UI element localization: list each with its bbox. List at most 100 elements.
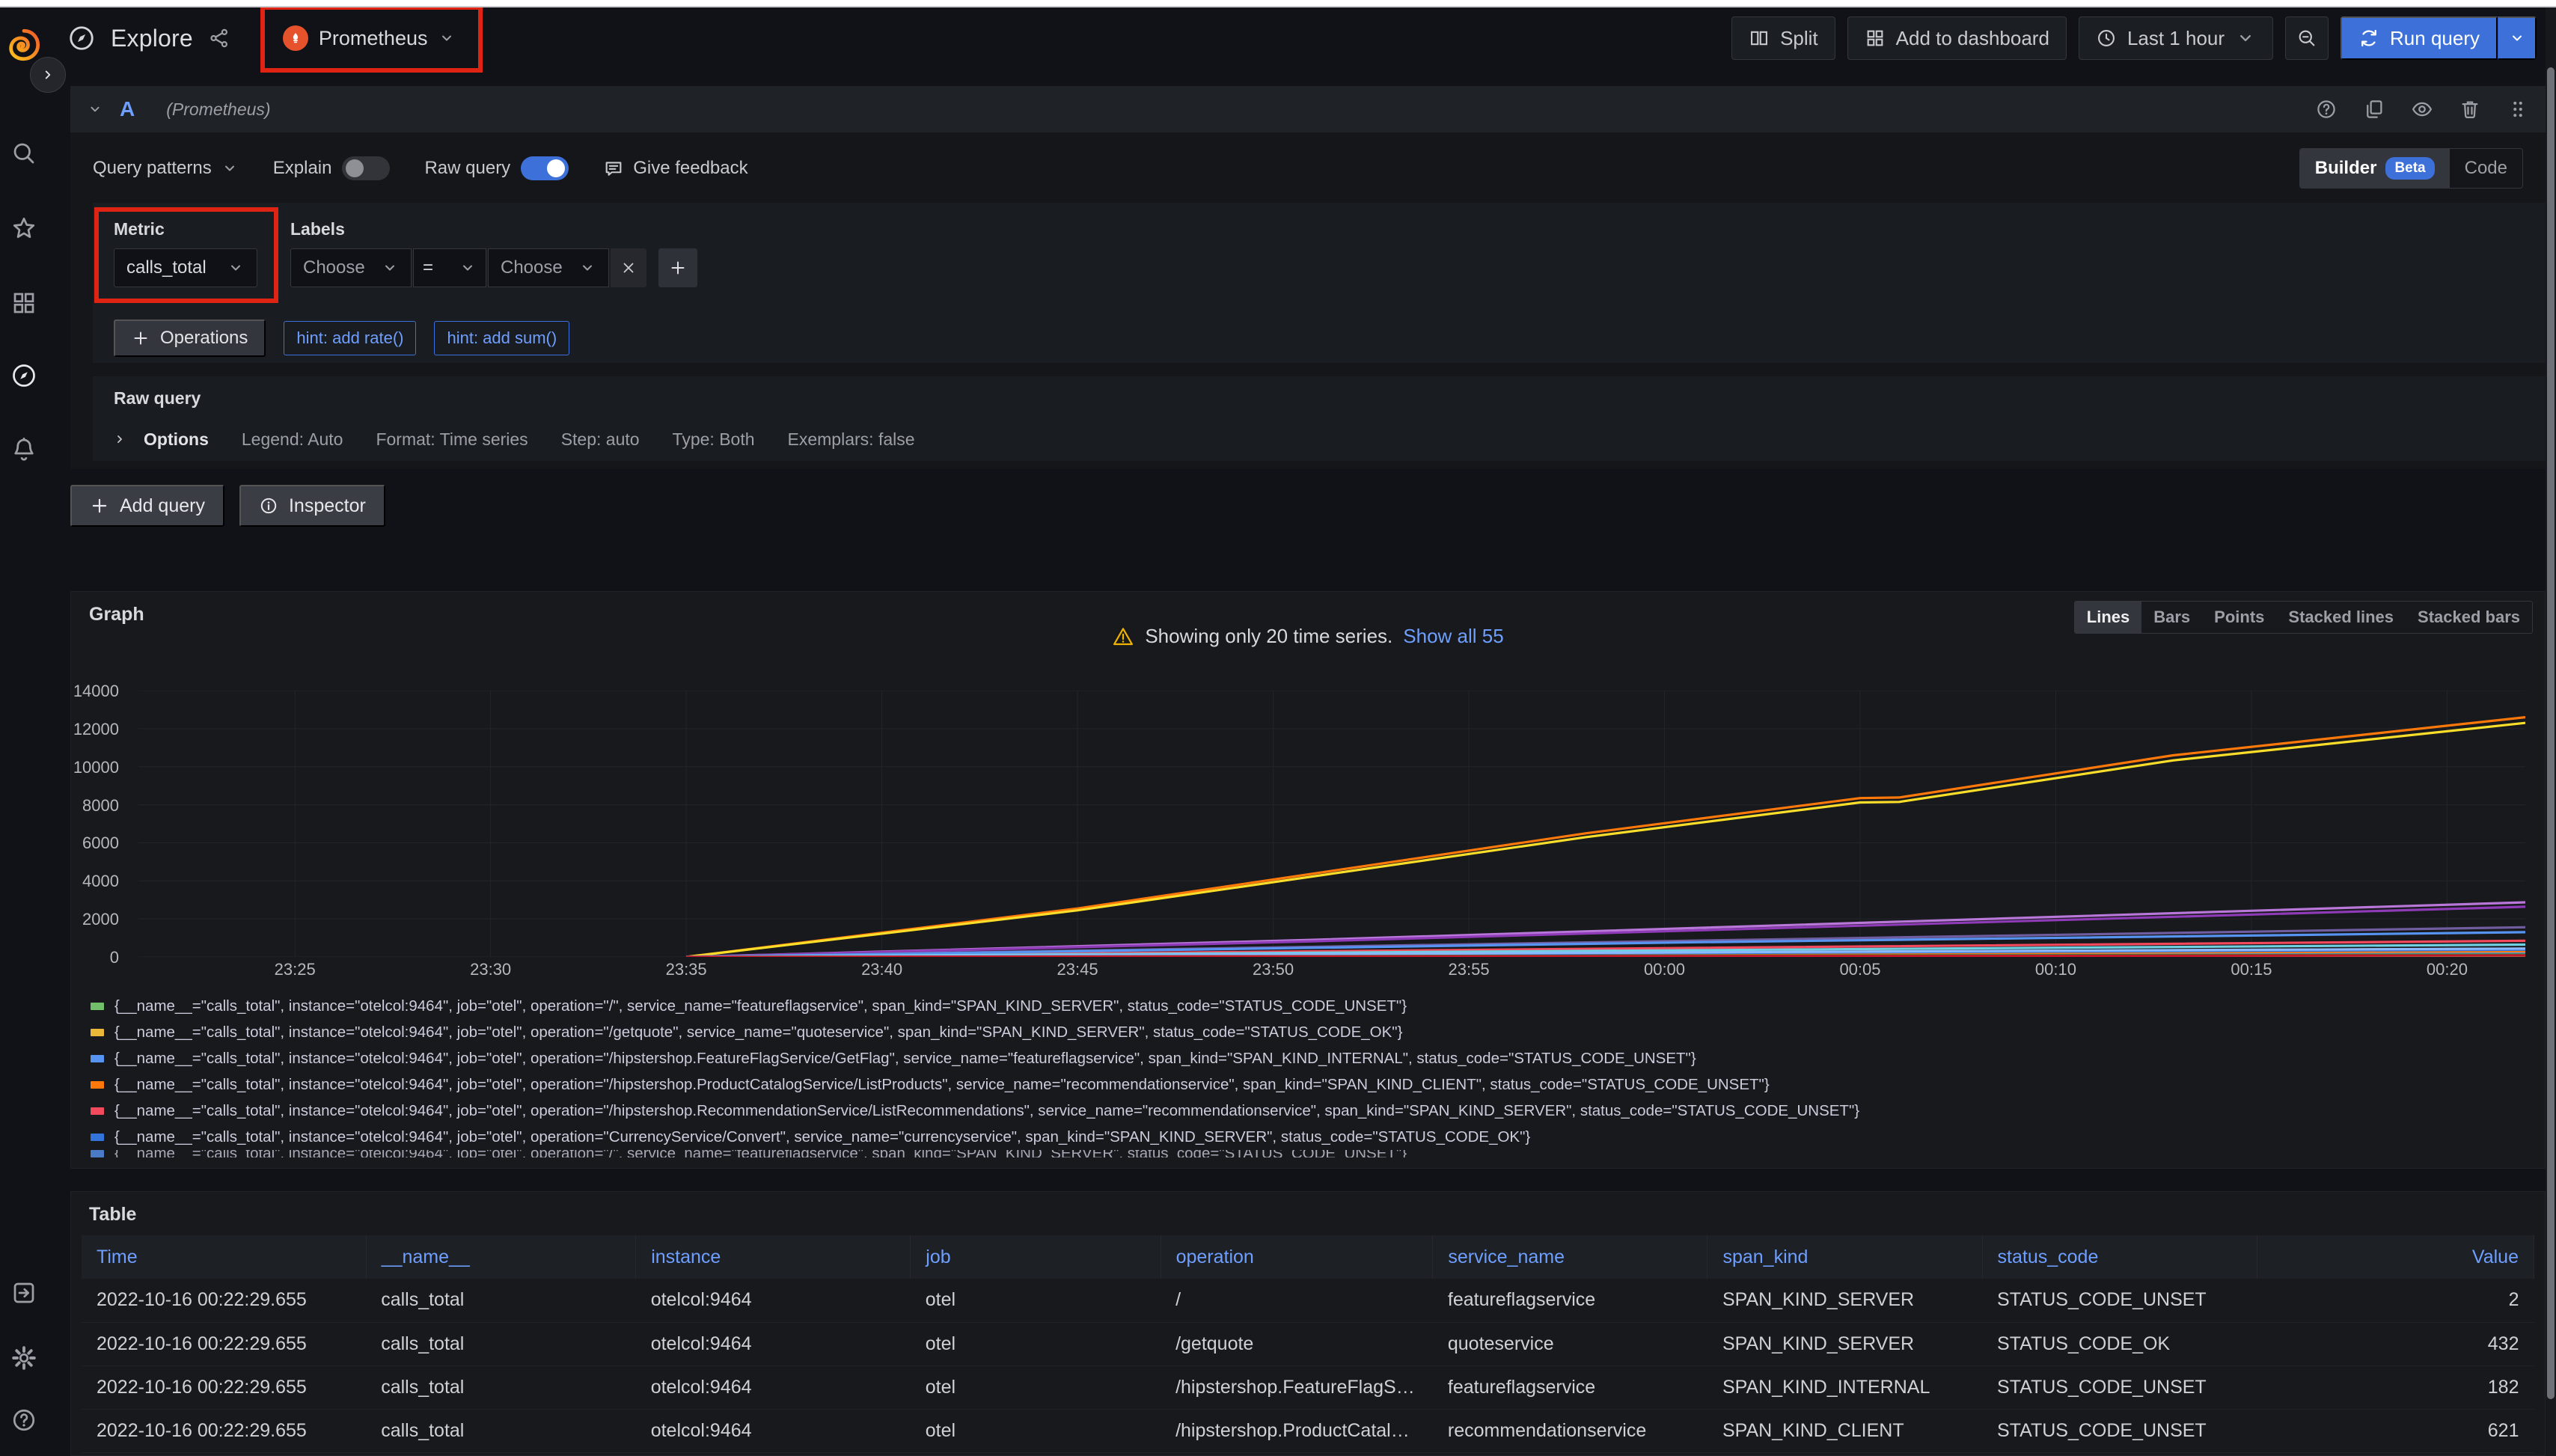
- label-value-placeholder: Choose: [501, 257, 563, 278]
- explain-toggle[interactable]: [342, 156, 390, 180]
- x-axis-tick: 23:45: [1057, 960, 1098, 979]
- legend-swatch: [91, 1029, 104, 1036]
- hint-add-sum-button[interactable]: hint: add sum(): [434, 321, 569, 355]
- column-header-status-code[interactable]: status_code: [1982, 1235, 2257, 1279]
- sidebar-alerting-icon[interactable]: [9, 434, 39, 464]
- query-options-row[interactable]: Options Legend: Auto Format: Time series…: [93, 417, 2546, 461]
- operations-label: Operations: [160, 328, 248, 349]
- duplicate-query-icon[interactable]: [2363, 98, 2385, 120]
- legend-item[interactable]: {__name__="calls_total", instance="otelc…: [91, 1098, 2530, 1124]
- column-header-span-kind[interactable]: span_kind: [1707, 1235, 1982, 1279]
- column-header--name-[interactable]: __name__: [366, 1235, 636, 1279]
- add-operations-button[interactable]: Operations: [114, 319, 266, 357]
- table-cell: otelcol:9464: [636, 1279, 911, 1322]
- sidebar-signin-icon[interactable]: [9, 1278, 39, 1308]
- table-cell: 621: [2257, 1409, 2534, 1452]
- sidebar-settings-gear-icon[interactable]: [9, 1343, 39, 1373]
- expand-chevron-icon[interactable]: [112, 432, 127, 447]
- chart-plot-area[interactable]: [138, 691, 2525, 957]
- x-axis-tick: 00:05: [1839, 960, 1880, 979]
- add-query-button[interactable]: Add query: [70, 485, 224, 527]
- y-axis-tick: 6000: [82, 833, 119, 853]
- grafana-logo[interactable]: [7, 28, 40, 61]
- x-axis-tick: 00:20: [2427, 960, 2468, 979]
- remove-label-filter-button[interactable]: [611, 248, 646, 287]
- warning-text: Showing only 20 time series.: [1145, 625, 1392, 648]
- give-feedback-link[interactable]: Give feedback: [603, 158, 747, 179]
- add-to-dashboard-button[interactable]: Add to dashboard: [1847, 16, 2067, 60]
- prometheus-icon: [283, 25, 308, 51]
- table-cell: calls_total: [366, 1452, 636, 1456]
- table-row[interactable]: 2022-10-16 00:22:29.655calls_totalotelco…: [82, 1452, 2534, 1456]
- table-cell: calls_total: [366, 1279, 636, 1322]
- grafana-explore-screen: { "nav": { "explore_label": "Explore", "…: [0, 0, 2556, 1456]
- y-axis-tick: 8000: [82, 796, 119, 816]
- options-label: Options: [144, 429, 209, 450]
- window-top-strip: [0, 0, 2556, 7]
- column-header-job[interactable]: job: [911, 1235, 1161, 1279]
- show-all-series-link[interactable]: Show all 55: [1403, 625, 1503, 648]
- scrollbar-thumb[interactable]: [2547, 67, 2555, 1399]
- table-cell: otelcol:9464: [636, 1322, 911, 1365]
- sidebar-explore-icon[interactable]: [9, 361, 39, 391]
- query-patterns-dropdown[interactable]: Query patterns: [93, 158, 239, 179]
- zoom-out-time-button[interactable]: [2285, 16, 2329, 60]
- inspector-button[interactable]: Inspector: [239, 485, 385, 527]
- labels-block: Labels Choose = Choose: [290, 219, 697, 287]
- legend-item-clipped[interactable]: {__name__="calls_total", instance="otelc…: [91, 1150, 2530, 1157]
- column-header-instance[interactable]: instance: [636, 1235, 911, 1279]
- run-query-interval-dropdown[interactable]: [2498, 16, 2537, 60]
- label-operator-select[interactable]: =: [413, 248, 486, 287]
- datasource-picker[interactable]: Prometheus: [275, 17, 464, 59]
- share-icon[interactable]: [208, 27, 230, 49]
- add-query-label: Add query: [120, 495, 205, 517]
- metric-value: calls_total: [126, 257, 207, 278]
- legend-item[interactable]: {__name__="calls_total", instance="otelc…: [91, 1045, 2530, 1071]
- legend-item[interactable]: {__name__="calls_total", instance="otelc…: [91, 1124, 2530, 1150]
- table-row[interactable]: 2022-10-16 00:22:29.655calls_totalotelco…: [82, 1279, 2534, 1322]
- collapse-chevron-icon[interactable]: [87, 101, 103, 117]
- column-header-time[interactable]: Time: [82, 1235, 366, 1279]
- zoom-out-icon: [2296, 28, 2317, 49]
- drag-handle-icon[interactable]: [2507, 98, 2529, 120]
- table-cell: 2022-10-16 00:22:29.655: [82, 1322, 366, 1365]
- run-query-button[interactable]: Run query: [2341, 16, 2498, 60]
- label-value-select[interactable]: Choose: [488, 248, 609, 287]
- sidebar-dashboards-icon[interactable]: [9, 288, 39, 318]
- legend-item[interactable]: {__name__="calls_total", instance="otelc…: [91, 1019, 2530, 1045]
- code-mode-tab[interactable]: Code: [2450, 149, 2522, 188]
- sidebar-search-icon[interactable]: [9, 138, 39, 168]
- query-row-header[interactable]: A (Prometheus): [70, 86, 2546, 132]
- label-name-select[interactable]: Choose: [290, 248, 412, 287]
- sidebar-expand-button[interactable]: [30, 57, 66, 93]
- raw-query-toggle-label: Raw query: [424, 158, 510, 179]
- column-header-value[interactable]: Value: [2257, 1235, 2534, 1279]
- delete-query-trash-icon[interactable]: [2459, 98, 2481, 120]
- plus-icon: [132, 329, 150, 347]
- x-axis-tick: 00:10: [2035, 960, 2076, 979]
- metric-select[interactable]: calls_total: [114, 248, 257, 287]
- raw-query-toggle[interactable]: [521, 156, 569, 180]
- split-button[interactable]: Split: [1731, 16, 1835, 60]
- page-scrollbar[interactable]: [2546, 7, 2556, 1456]
- toggle-visibility-eye-icon[interactable]: [2411, 98, 2433, 120]
- add-label-filter-button[interactable]: [658, 248, 697, 287]
- builder-mode-tab[interactable]: Builder Beta: [2300, 149, 2450, 188]
- sidebar-help-icon[interactable]: [9, 1405, 39, 1435]
- query-help-icon[interactable]: [2315, 98, 2338, 120]
- query-toolbar: Query patterns Explain Raw query Give fe…: [93, 147, 2523, 189]
- column-header-service-name[interactable]: service_name: [1433, 1235, 1707, 1279]
- table-cell: otel: [911, 1409, 1161, 1452]
- table-cell: featureflagservice: [1433, 1365, 1707, 1409]
- sidebar-starred-icon[interactable]: [9, 213, 39, 243]
- legend-item[interactable]: {__name__="calls_total", instance="otelc…: [91, 993, 2530, 1019]
- table-row[interactable]: 2022-10-16 00:22:29.655calls_totalotelco…: [82, 1322, 2534, 1365]
- table-row[interactable]: 2022-10-16 00:22:29.655calls_totalotelco…: [82, 1409, 2534, 1452]
- table-row[interactable]: 2022-10-16 00:22:29.655calls_totalotelco…: [82, 1365, 2534, 1409]
- chevron-down-icon: [438, 29, 456, 47]
- time-range-picker[interactable]: Last 1 hour: [2079, 16, 2273, 60]
- label-name-placeholder: Choose: [303, 257, 365, 278]
- legend-item[interactable]: {__name__="calls_total", instance="otelc…: [91, 1071, 2530, 1098]
- hint-add-rate-button[interactable]: hint: add rate(): [284, 321, 416, 355]
- column-header-operation[interactable]: operation: [1161, 1235, 1433, 1279]
